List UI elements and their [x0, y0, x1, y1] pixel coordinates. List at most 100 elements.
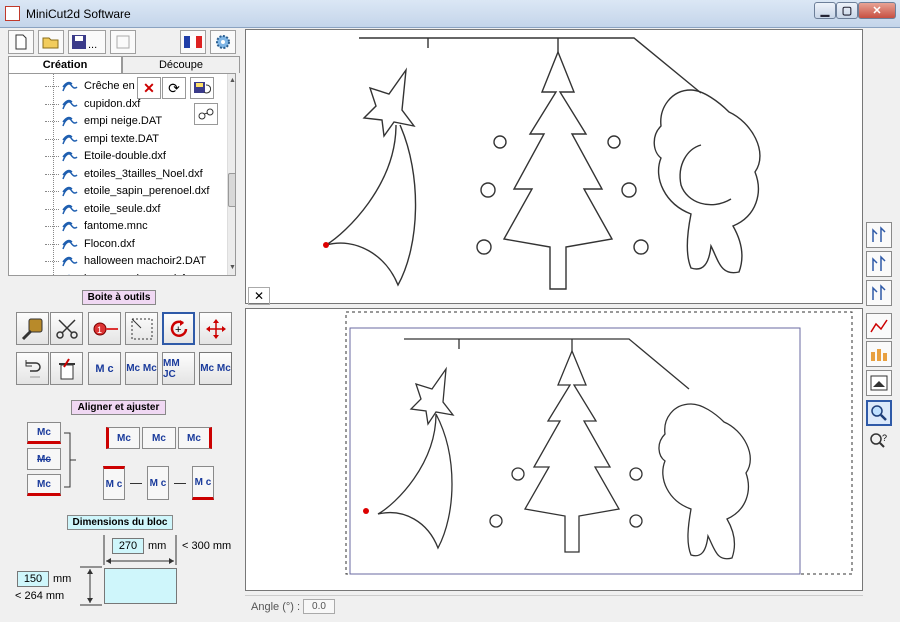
- distribute-right-button[interactable]: M c: [192, 466, 214, 500]
- angle-input[interactable]: 0.0: [303, 599, 335, 614]
- tree-dots: [45, 226, 59, 227]
- link-button[interactable]: [194, 103, 218, 125]
- rotate-icon: +: [170, 319, 187, 337]
- design-canvas-top[interactable]: ✕: [245, 29, 863, 305]
- knife-top-icon: [872, 226, 886, 242]
- mirror-text-tool[interactable]: MM JC: [162, 352, 195, 385]
- scroll-down-icon[interactable]: ▼: [228, 264, 235, 274]
- save-as-button[interactable]: ...: [68, 30, 106, 54]
- pane-close-button[interactable]: ✕: [248, 287, 270, 305]
- block-preview: [104, 568, 177, 604]
- undo-redo-tool[interactable]: [16, 352, 49, 385]
- cut-canvas-bottom[interactable]: [245, 308, 863, 591]
- select-box-tool[interactable]: [125, 312, 158, 345]
- app-icon: [5, 6, 20, 21]
- knife-middle-icon: [872, 255, 886, 271]
- cut-tool[interactable]: [50, 312, 83, 345]
- file-shape-icon: [62, 134, 78, 144]
- delete-all-tool[interactable]: [50, 352, 83, 385]
- dash-divider: [130, 483, 142, 484]
- design-drawing: [323, 37, 761, 290]
- align-bot-view-button[interactable]: [866, 280, 892, 306]
- file-name: Etoile-double.dxf: [84, 150, 166, 162]
- tab-decoupe[interactable]: Découpe: [122, 56, 240, 73]
- file-name: cupidon.dxf: [84, 97, 141, 110]
- file-name: etoile_seule.dxf: [84, 202, 161, 215]
- file-list-item[interactable]: empi texte.DAT: [9, 131, 229, 148]
- french-flag-icon: [184, 36, 202, 48]
- tree-dots: [45, 103, 59, 105]
- toolbox-label: Boite à outils: [82, 290, 156, 305]
- width-input[interactable]: 270: [112, 538, 144, 554]
- file-list-item[interactable]: Etoile-double.dxf: [9, 148, 229, 165]
- align-middle-button[interactable]: Mc: [27, 448, 61, 470]
- file-shape-icon: [62, 151, 78, 162]
- tree-dots: [45, 261, 59, 262]
- dash-divider-2: [174, 483, 186, 484]
- gear-icon: [216, 35, 230, 49]
- file-list-item[interactable]: loup_grand mere.dxf: [9, 271, 229, 275]
- tape-measure-icon: [21, 318, 42, 340]
- file-shape-icon: [62, 99, 78, 109]
- align-label: Aligner et ajuster: [71, 400, 166, 415]
- zoom-help-button[interactable]: ?: [866, 428, 892, 454]
- undo-icon: [25, 359, 41, 377]
- fill-view-button[interactable]: [866, 341, 892, 367]
- svg-text:?: ?: [882, 433, 887, 443]
- settings-button[interactable]: [210, 30, 236, 54]
- new-file-button[interactable]: [8, 30, 34, 54]
- scroll-thumb[interactable]: [228, 173, 235, 207]
- frame-view-button[interactable]: [866, 370, 892, 396]
- align-center-button[interactable]: Mc: [142, 427, 176, 449]
- file-name: Flocon.dxf: [84, 237, 135, 250]
- text-spacing-tool[interactable]: M c: [88, 352, 121, 385]
- selection-icon: [131, 318, 152, 339]
- svg-text:...: ...: [88, 39, 97, 50]
- save-undo-icon: [194, 82, 211, 94]
- save-disabled-icon: [116, 35, 130, 49]
- align-top-button[interactable]: Mc: [27, 422, 61, 444]
- open-file-button[interactable]: [38, 30, 64, 54]
- distribute-center-button[interactable]: M c: [147, 466, 169, 500]
- measure-tool[interactable]: [16, 312, 49, 345]
- file-list-item[interactable]: etoile_seule.dxf: [9, 201, 229, 218]
- file-list-item[interactable]: etoile_sapin_perenoel.dxf: [9, 183, 229, 200]
- language-button[interactable]: [180, 30, 206, 54]
- refresh-button[interactable]: ⟳: [162, 77, 186, 99]
- distribute-left-button[interactable]: M c: [103, 466, 125, 500]
- save-undo-button[interactable]: [190, 77, 214, 99]
- dims-label: Dimensions du bloc: [67, 515, 173, 530]
- save-disabled-button[interactable]: [110, 30, 136, 54]
- stack-text-tool[interactable]: Mc Mc: [125, 352, 158, 385]
- rotate-tool[interactable]: +: [162, 312, 195, 345]
- delete-file-button[interactable]: ✕: [137, 77, 161, 99]
- align-top-view-button[interactable]: [866, 222, 892, 248]
- path-view-button[interactable]: [866, 313, 892, 339]
- refresh-icon: ⟳: [168, 79, 180, 96]
- tree-dots: [45, 86, 59, 87]
- tree-dots: [45, 191, 59, 192]
- start-point-tool[interactable]: 1: [88, 312, 121, 345]
- file-list-item[interactable]: fantome.mnc: [9, 218, 229, 235]
- svg-text:1: 1: [97, 325, 102, 335]
- align-right-button[interactable]: Mc: [178, 427, 212, 449]
- close-button[interactable]: ✕: [858, 2, 896, 19]
- file-list-item[interactable]: halloween machoir2.DAT: [9, 253, 229, 270]
- align-mid-view-button[interactable]: [866, 251, 892, 277]
- file-shape-icon: [66, 274, 72, 275]
- file-shape-icon: [62, 116, 78, 127]
- align-left-button[interactable]: Mc: [106, 427, 140, 449]
- move-tool[interactable]: [199, 312, 232, 345]
- scroll-up-icon[interactable]: ▲: [228, 77, 235, 87]
- align-bottom-button[interactable]: Mc: [27, 474, 61, 496]
- tab-creation[interactable]: Création: [8, 56, 122, 73]
- minimize-button[interactable]: ▁: [814, 2, 836, 19]
- tree-dots: [45, 173, 59, 175]
- file-list-item[interactable]: Flocon.dxf: [9, 236, 229, 253]
- zoom-button[interactable]: [866, 400, 892, 426]
- maximize-button[interactable]: ▢: [836, 2, 858, 19]
- path-line-icon: [870, 319, 888, 333]
- file-list-item[interactable]: etoiles_3tailles_Noel.dxf: [9, 166, 229, 183]
- height-input[interactable]: 150: [17, 571, 49, 587]
- grid-text-tool[interactable]: Mc Mc: [199, 352, 232, 385]
